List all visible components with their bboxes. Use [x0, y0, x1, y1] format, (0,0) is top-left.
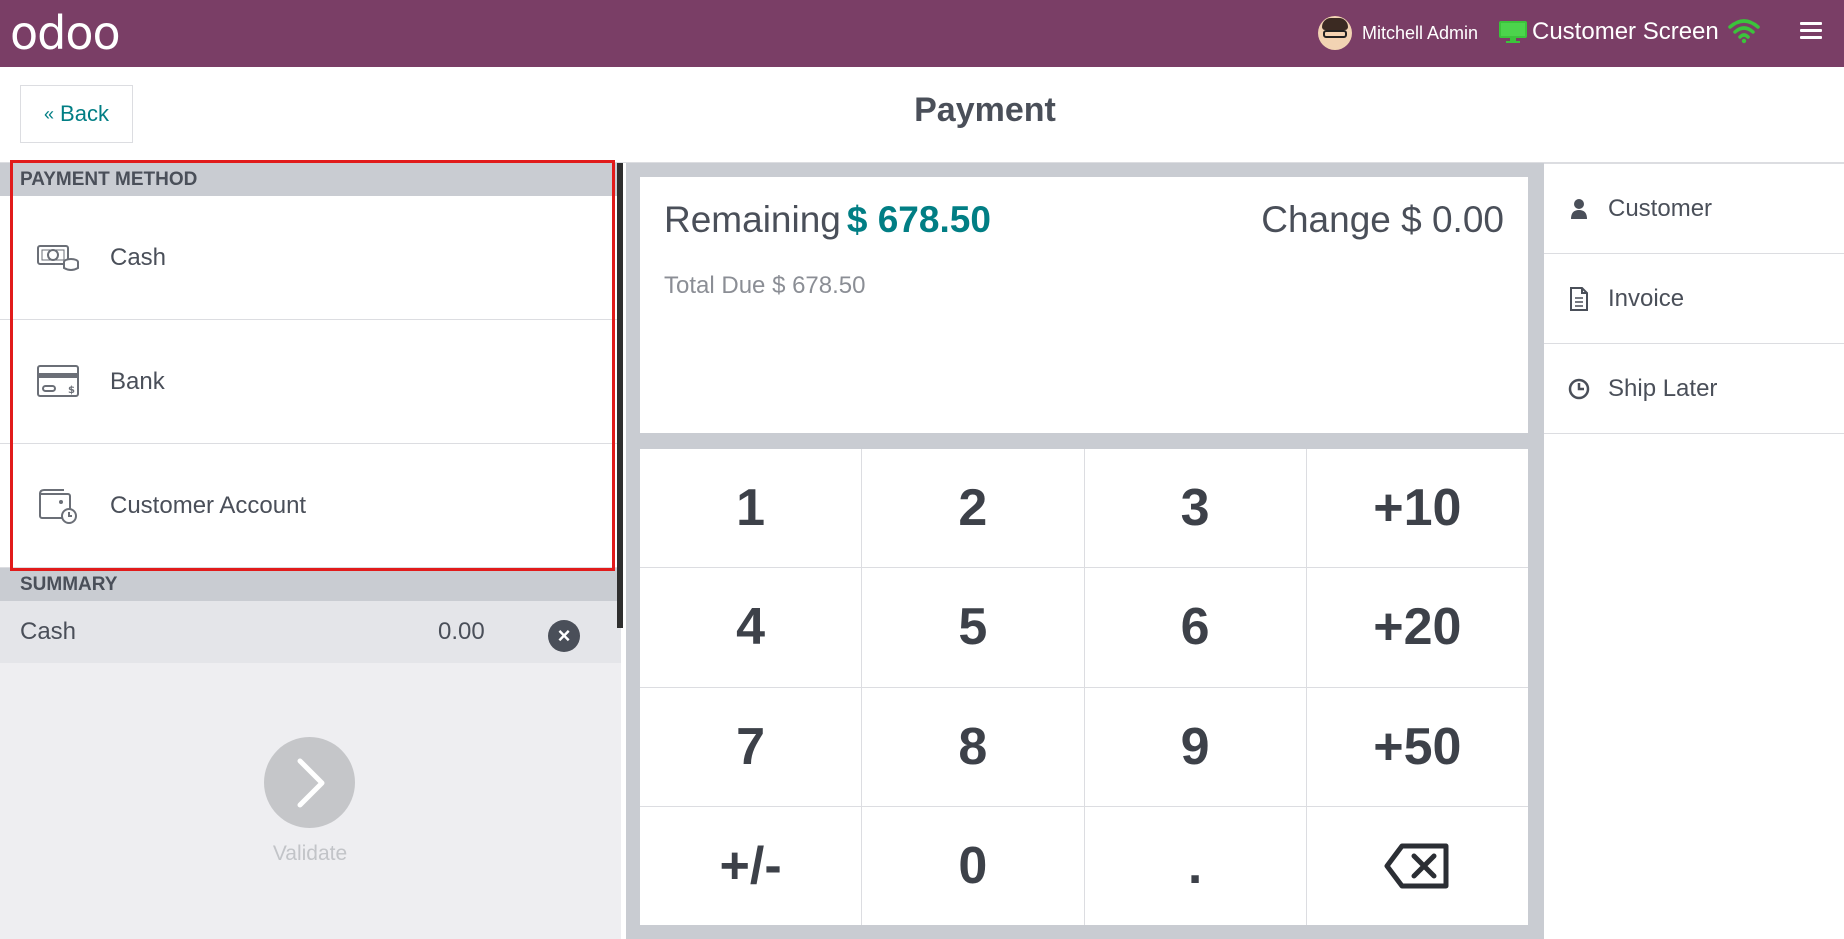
remove-payment-line-icon[interactable]: ×	[548, 620, 580, 652]
payment-method-cash[interactable]: Cash	[0, 196, 621, 320]
numpad-key-1[interactable]: 1	[640, 449, 862, 568]
remaining-label: Remaining	[664, 199, 841, 240]
numpad-key-0[interactable]: 0	[862, 806, 1084, 925]
numpad: 1 2 3 +10 4 5 6 +20 7 8 9 +50 +/- 0 .	[640, 449, 1528, 925]
left-panel-scrollbar[interactable]	[617, 163, 623, 628]
ship-later-button[interactable]: Ship Later	[1544, 344, 1844, 434]
numpad-key-4[interactable]: 4	[640, 568, 862, 687]
payment-header: « Back Payment	[0, 67, 1844, 163]
numpad-key-9[interactable]: 9	[1084, 687, 1306, 806]
numpad-key-6[interactable]: 6	[1084, 568, 1306, 687]
clock-icon	[1568, 377, 1590, 401]
summary-line-amount: 0.00	[438, 618, 485, 645]
backspace-icon	[1384, 843, 1449, 889]
total-due-value: $ 678.50	[772, 272, 866, 299]
remaining-amount: Remaining $ 678.50	[664, 199, 991, 241]
user-menu[interactable]: Mitchell Admin	[1318, 12, 1478, 54]
change-amount: Change $ 0.00	[1261, 199, 1504, 241]
payment-method-label: Cash	[110, 243, 167, 271]
invoice-label: Invoice	[1608, 284, 1685, 312]
document-icon	[1568, 286, 1590, 311]
numpad-key-backspace[interactable]	[1306, 806, 1528, 925]
chevron-right-icon	[297, 758, 325, 808]
numpad-key-decimal[interactable]: .	[1084, 806, 1306, 925]
validate-label: Validate	[272, 842, 348, 865]
bank-card-icon: $	[37, 364, 79, 397]
numpad-key-7[interactable]: 7	[640, 687, 862, 806]
payment-status-box: Remaining $ 678.50 Change $ 0.00 Total Du…	[640, 177, 1528, 433]
payment-method-bank[interactable]: $ Bank	[0, 320, 621, 444]
avatar	[1318, 16, 1352, 50]
ship-later-label: Ship Later	[1608, 374, 1718, 402]
payment-actions-panel: Customer Invoice Ship Later	[1544, 163, 1844, 939]
payment-method-label: Customer Account	[110, 491, 307, 519]
payment-method-customer-account[interactable]: Customer Account	[0, 444, 621, 568]
total-due: Total Due $ 678.50	[664, 272, 865, 300]
change-label: Change	[1261, 199, 1391, 240]
page-title: Payment	[914, 91, 1056, 129]
validate-button[interactable]	[264, 737, 355, 828]
customer-screen-label: Customer Screen	[1532, 18, 1719, 45]
customer-button[interactable]: Customer	[1544, 164, 1844, 254]
numpad-key-plus-50[interactable]: +50	[1306, 687, 1528, 806]
payment-method-label: Bank	[110, 367, 165, 395]
numpad-key-2[interactable]: 2	[862, 449, 1084, 568]
payment-center-panel: Remaining $ 678.50 Change $ 0.00 Total Du…	[626, 163, 1544, 939]
remaining-value: $ 678.50	[846, 199, 991, 240]
change-value: $ 0.00	[1401, 199, 1504, 240]
summary-line-method: Cash	[20, 618, 77, 645]
numpad-key-plus-10[interactable]: +10	[1306, 449, 1528, 568]
wifi-icon[interactable]	[1728, 18, 1760, 44]
numpad-key-5[interactable]: 5	[862, 568, 1084, 687]
payment-method-heading: PAYMENT METHOD	[0, 163, 621, 196]
invoice-button[interactable]: Invoice	[1544, 254, 1844, 344]
customer-screen-button[interactable]: Customer Screen	[1498, 14, 1719, 50]
hamburger-menu-icon[interactable]	[1800, 22, 1822, 42]
numpad-key-8[interactable]: 8	[862, 687, 1084, 806]
numpad-key-plus-minus[interactable]: +/-	[640, 806, 862, 925]
numpad-key-3[interactable]: 3	[1084, 449, 1306, 568]
odoo-logo: odoo	[10, 6, 121, 60]
cash-icon	[37, 244, 79, 271]
summary-heading: SUMMARY	[0, 568, 621, 601]
summary-line[interactable]: Cash 0.00 ×	[0, 601, 621, 663]
svg-text:$: $	[68, 385, 75, 396]
user-icon	[1568, 197, 1590, 221]
top-navbar: odoo Mitchell Admin Customer Screen	[0, 0, 1844, 67]
customer-label: Customer	[1608, 194, 1713, 222]
user-name: Mitchell Admin	[1362, 22, 1479, 43]
total-due-label: Total Due	[664, 272, 766, 299]
customer-account-icon	[39, 488, 77, 524]
monitor-icon	[1499, 21, 1527, 43]
numpad-key-plus-20[interactable]: +20	[1306, 568, 1528, 687]
